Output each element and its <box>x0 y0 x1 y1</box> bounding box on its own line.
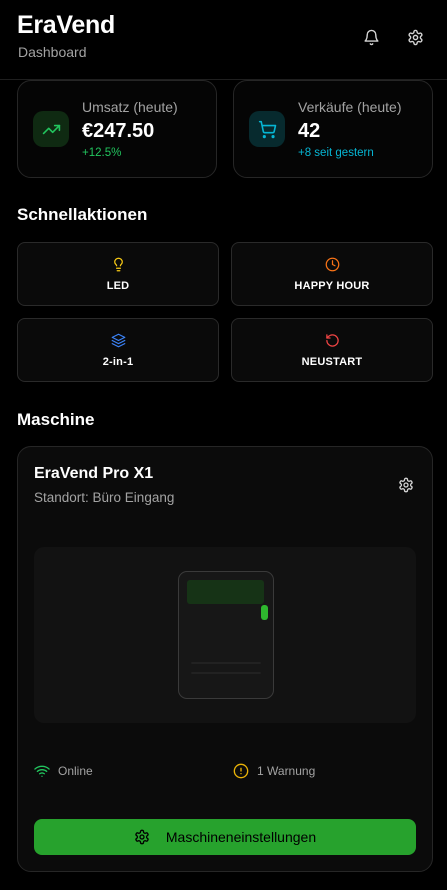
sales-delta: +8 seit gestern <box>298 147 374 159</box>
cart-icon <box>249 111 285 147</box>
gear-icon[interactable] <box>404 26 426 48</box>
trending-up-icon <box>33 111 69 147</box>
sales-value: 42 <box>298 120 321 142</box>
bell-icon[interactable] <box>360 26 382 48</box>
wifi-icon <box>34 765 50 777</box>
restart-label: NEUSTART <box>301 355 363 368</box>
lightbulb-icon <box>113 257 123 271</box>
online-status: Online <box>34 763 93 779</box>
rotate-icon <box>325 333 339 347</box>
app-header: EraVend Dashboard <box>0 0 447 80</box>
machine-settings-label: Maschineneinstellungen <box>165 829 317 845</box>
revenue-value: €247.50 <box>82 120 155 142</box>
led-button[interactable]: LED <box>17 242 219 306</box>
machine-display <box>187 580 264 604</box>
gear-icon <box>135 829 149 845</box>
clock-icon <box>325 257 339 271</box>
two-in-one-button[interactable]: 2-in-1 <box>17 318 219 382</box>
revenue-card: Umsatz (heute) €247.50 +12.5% <box>17 80 217 178</box>
machine-location: Standort: Büro Eingang <box>34 490 175 505</box>
happy-hour-button[interactable]: HAPPY HOUR <box>231 242 433 306</box>
machine-settings-icon[interactable] <box>396 475 416 495</box>
vending-machine-illustration <box>178 571 274 699</box>
machine-status-light <box>261 605 268 620</box>
warning-status[interactable]: 1 Warnung <box>233 763 315 779</box>
online-status-label: Online <box>58 764 93 778</box>
revenue-label: Umsatz (heute) <box>82 99 178 115</box>
layers-icon <box>111 333 125 347</box>
machine-card: EraVend Pro X1 Standort: Büro Eingang On… <box>17 446 433 872</box>
led-label: LED <box>106 279 130 292</box>
machine-shelf <box>191 662 261 664</box>
quick-actions-title: Schnellaktionen <box>17 205 148 224</box>
warning-status-label: 1 Warnung <box>257 764 316 778</box>
two-in-one-label: 2-in-1 <box>102 355 134 368</box>
machine-section-title: Maschine <box>17 410 95 429</box>
happy-hour-label: HAPPY HOUR <box>294 279 370 292</box>
revenue-delta: +12.5% <box>82 147 122 159</box>
machine-visualization <box>34 547 416 723</box>
machine-shelf <box>191 672 261 674</box>
sales-card: Verkäufe (heute) 42 +8 seit gestern <box>233 80 433 178</box>
alert-circle-icon <box>233 763 249 779</box>
sales-label: Verkäufe (heute) <box>298 99 402 115</box>
machine-settings-button[interactable]: Maschineneinstellungen <box>34 819 416 855</box>
machine-name: EraVend Pro X1 <box>34 465 154 482</box>
page-subtitle: Dashboard <box>18 44 87 60</box>
restart-button[interactable]: NEUSTART <box>231 318 433 382</box>
app-title: EraVend <box>17 11 115 39</box>
